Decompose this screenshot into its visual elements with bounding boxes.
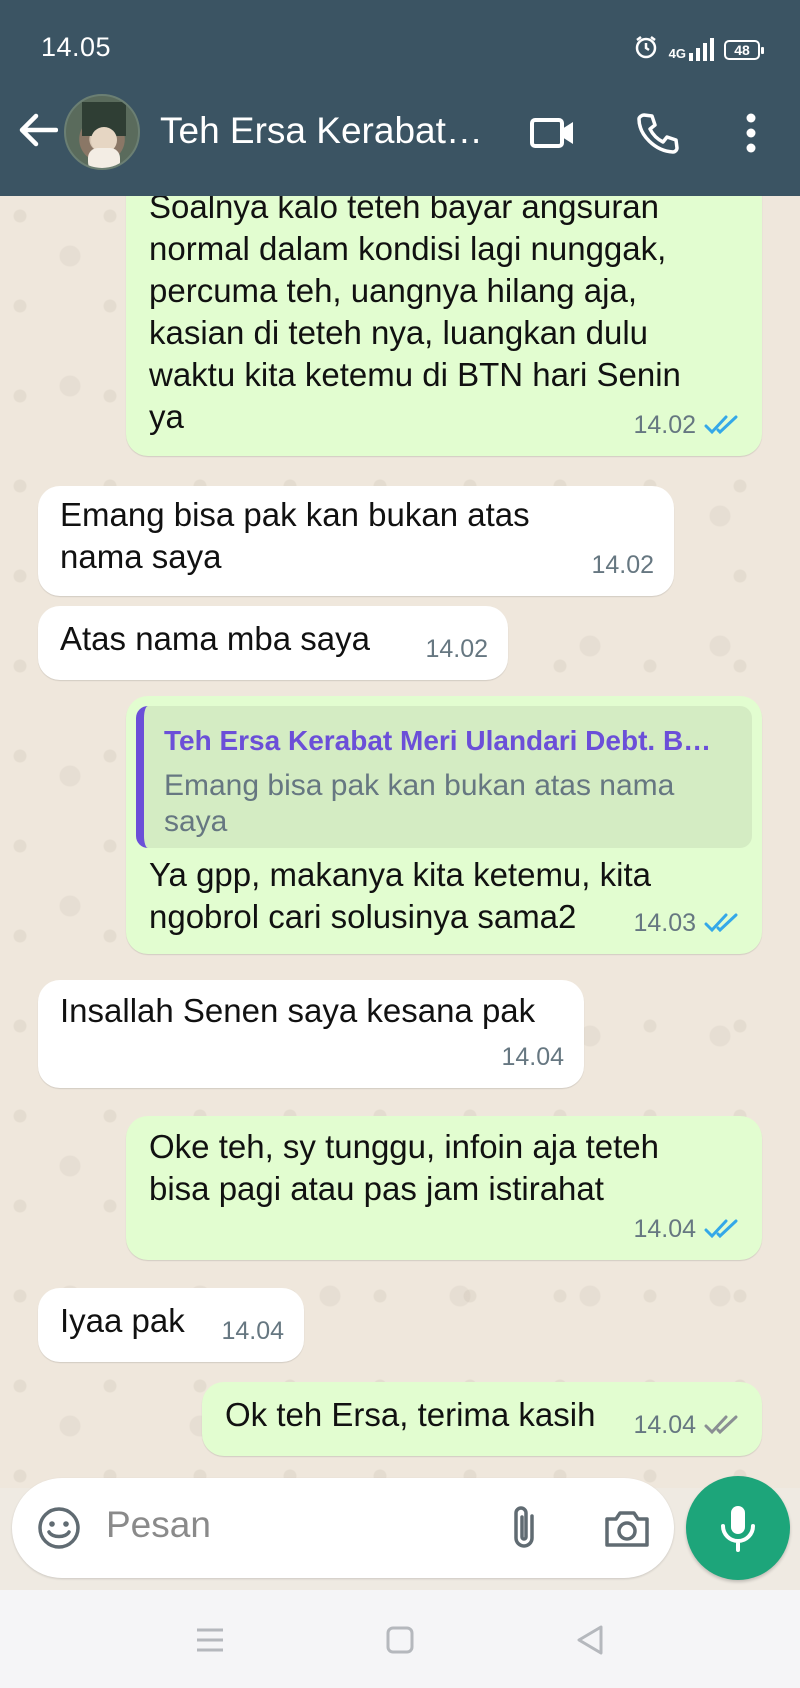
message-time: 14.04	[633, 1215, 696, 1243]
alarm-icon	[633, 34, 659, 65]
message-input[interactable]: Pesan	[106, 1504, 211, 1546]
battery-indicator: 48	[724, 39, 764, 60]
delivered-ticks-icon	[704, 1415, 738, 1435]
mic-button[interactable]	[686, 1476, 790, 1580]
chat-header: 14.05 4G 48 Teh Ersa Kerabat…	[0, 0, 800, 196]
voice-call-icon[interactable]	[632, 108, 682, 158]
message-outgoing-reply[interactable]: Teh Ersa Kerabat Meri Ulandari Debt. B… …	[126, 696, 762, 954]
message-line: Oke teh, sy tunggu, infoin aja teteh	[149, 1128, 660, 1165]
message-line: waktu kita ketemu di BTN hari Senin	[149, 356, 681, 393]
message-meta: 14.03	[633, 902, 742, 944]
message-line: Ya gpp, makanya kita ketemu, kita	[149, 856, 651, 893]
message-line: Atas nama mba saya	[60, 620, 370, 657]
message-meta: 14.04	[633, 1404, 742, 1446]
network-type: 4G	[668, 46, 686, 61]
message-meta: 14.02	[633, 404, 742, 446]
quoted-sender: Teh Ersa Kerabat Meri Ulandari Debt. B…	[164, 725, 712, 756]
message-time: 14.04	[633, 1411, 696, 1439]
camera-icon[interactable]	[602, 1503, 652, 1553]
read-ticks-icon	[704, 1219, 738, 1239]
message-outgoing[interactable]: Oke teh, sy tunggu, infoin aja teteh bis…	[126, 1116, 762, 1260]
video-call-icon[interactable]	[528, 108, 578, 158]
message-line: ngobrol cari solusinya sama2	[149, 898, 577, 935]
back-arrow-icon[interactable]	[16, 108, 60, 152]
message-time: 14.02	[425, 635, 488, 663]
contact-avatar[interactable]	[64, 94, 140, 170]
emoji-icon[interactable]	[34, 1503, 84, 1553]
message-meta: 14.02	[425, 628, 488, 670]
message-composer[interactable]: Pesan	[12, 1478, 674, 1578]
message-line: bisa pagi atau pas jam istirahat	[149, 1170, 604, 1207]
mic-icon	[721, 1506, 755, 1552]
more-options-icon[interactable]	[726, 108, 776, 158]
chat-title[interactable]: Teh Ersa Kerabat…	[160, 110, 483, 152]
message-incoming[interactable]: Emang bisa pak kan bukan atas nama saya …	[38, 486, 674, 596]
signal-icon: 4G	[669, 38, 714, 61]
home-nav-icon[interactable]	[382, 1622, 418, 1658]
quoted-line: Emang bisa pak kan bukan atas nama	[164, 769, 675, 802]
system-nav-bar	[0, 1590, 800, 1688]
message-line: Soalnya kalo teteh bayar angsuran	[149, 196, 660, 225]
status-time: 14.05	[41, 32, 112, 62]
quoted-message[interactable]: Teh Ersa Kerabat Meri Ulandari Debt. B… …	[136, 706, 752, 848]
read-ticks-icon	[704, 415, 738, 435]
message-time: 14.02	[633, 411, 696, 439]
chat-messages[interactable]: Soalnya kalo teteh bayar angsuran normal…	[0, 196, 800, 1488]
quoted-line: saya	[164, 805, 228, 838]
back-nav-icon[interactable]	[572, 1622, 608, 1658]
read-ticks-icon	[704, 913, 738, 933]
message-meta: 14.02	[591, 544, 654, 586]
message-line: nama saya	[60, 538, 222, 575]
message-line: kasian di teteh nya, luangkan dulu	[149, 314, 649, 351]
message-time: 14.04	[221, 1317, 284, 1345]
message-meta: 14.04	[633, 1208, 742, 1250]
message-time: 14.03	[633, 909, 696, 937]
message-line: Emang bisa pak kan bukan atas	[60, 496, 530, 533]
message-meta: 14.04	[221, 1310, 284, 1352]
message-meta: 14.04	[501, 1036, 564, 1078]
message-line: percuma teh, uangnya hilang aja,	[149, 272, 638, 309]
message-incoming[interactable]: Insallah Senen saya kesana pak 14.04	[38, 980, 584, 1088]
message-line: normal dalam kondisi lagi nunggak,	[149, 230, 667, 267]
message-line: Insallah Senen saya kesana pak	[60, 992, 536, 1029]
message-outgoing[interactable]: Soalnya kalo teteh bayar angsuran normal…	[126, 196, 762, 456]
message-time: 14.04	[501, 1043, 564, 1071]
attach-icon[interactable]	[500, 1503, 550, 1553]
message-time: 14.02	[591, 551, 654, 579]
message-incoming[interactable]: Atas nama mba saya 14.02	[38, 606, 508, 680]
message-incoming[interactable]: Iyaa pak 14.04	[38, 1288, 304, 1362]
menu-nav-icon[interactable]	[192, 1622, 228, 1658]
message-outgoing[interactable]: Ok teh Ersa, terima kasih 14.04	[202, 1382, 762, 1456]
status-icons: 4G 48	[633, 34, 764, 65]
